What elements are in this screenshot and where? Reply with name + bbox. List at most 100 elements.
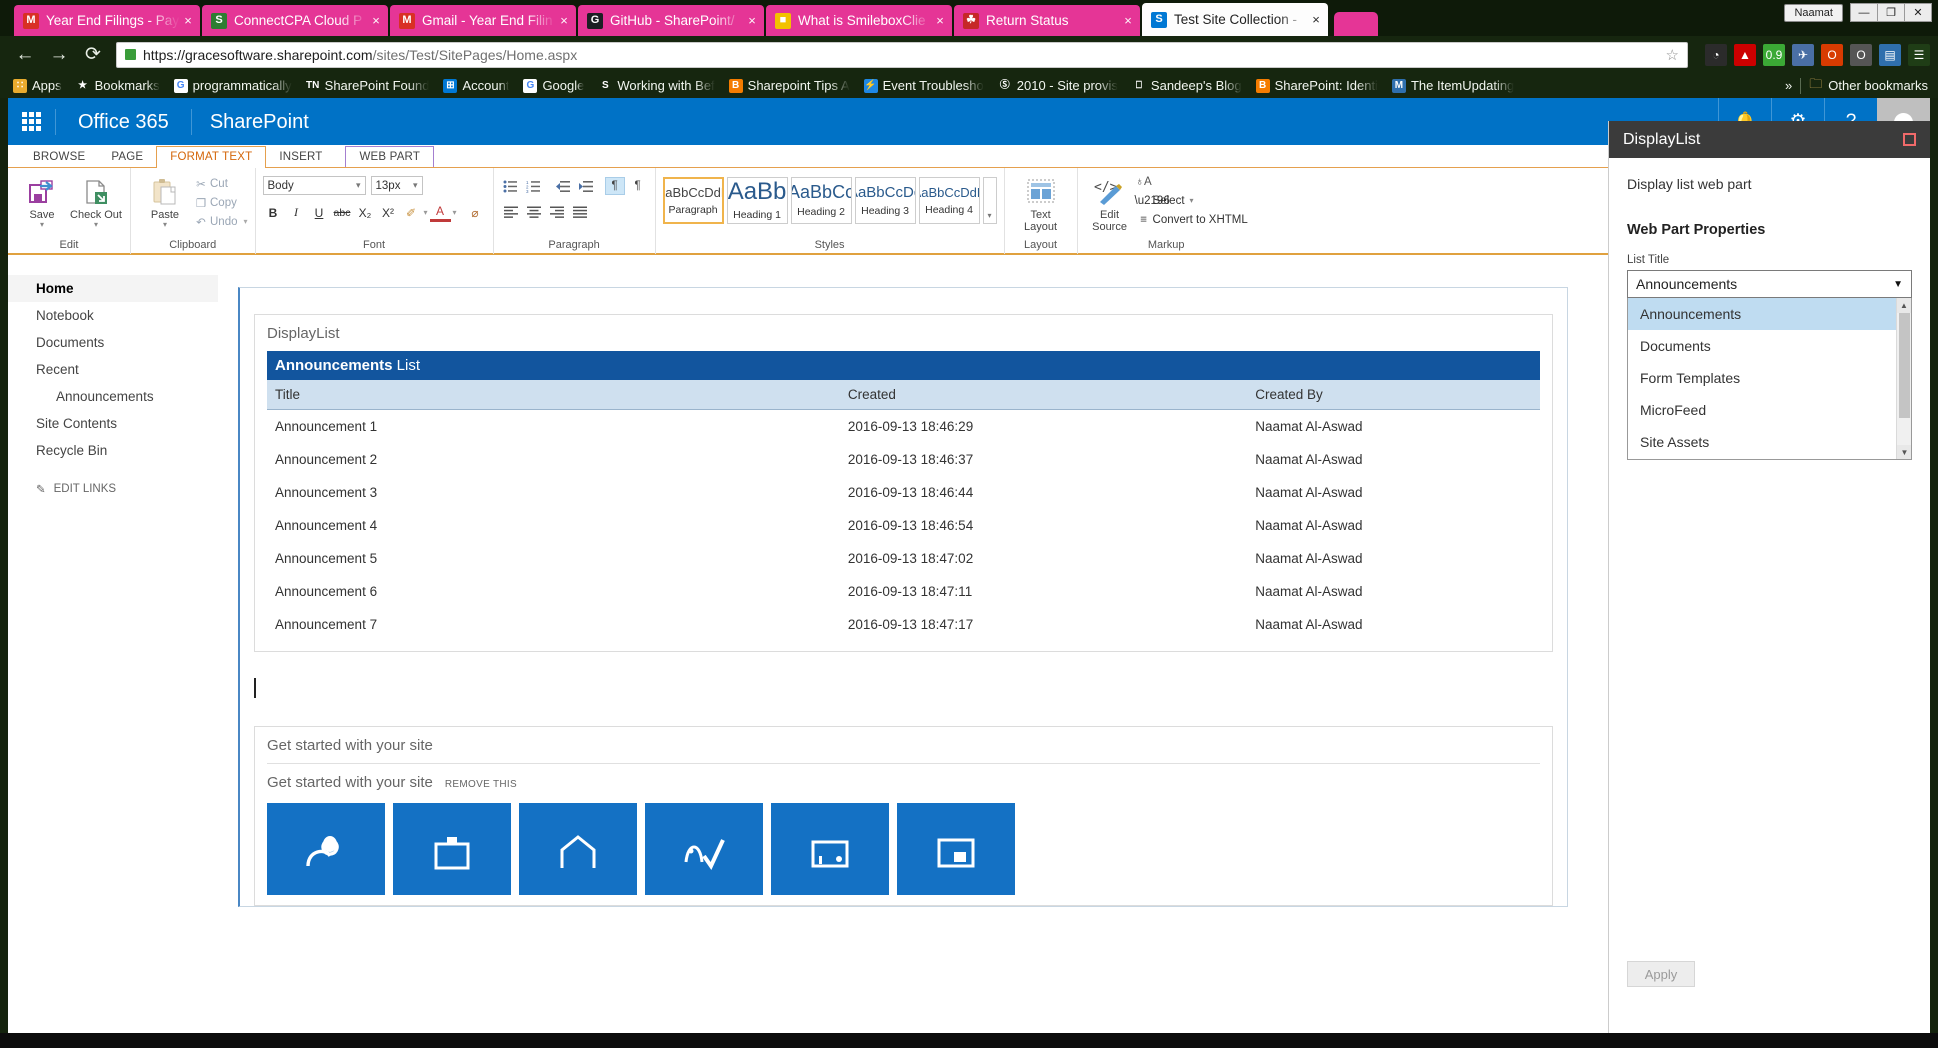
bookmarks-overflow-button[interactable]: » 🗀 Other bookmarks bbox=[1785, 75, 1932, 97]
tab-web-part[interactable]: WEB PART bbox=[345, 146, 435, 168]
list-title-select[interactable]: Announcements ▼ bbox=[1627, 270, 1912, 298]
dropdown-option[interactable]: Form Templates bbox=[1628, 362, 1911, 394]
sidebar-item-recycle-bin[interactable]: Recycle Bin bbox=[8, 437, 218, 464]
back-button[interactable]: ← bbox=[8, 40, 42, 70]
new-tab-button[interactable] bbox=[1334, 12, 1378, 36]
clear-format-button[interactable]: ⌀ bbox=[465, 202, 486, 223]
add-page-tile[interactable] bbox=[897, 803, 1015, 895]
window-maximize-button[interactable]: ❐ bbox=[1877, 3, 1905, 22]
bookmark-item[interactable]: TN SharePoint Found bbox=[299, 75, 437, 96]
tab-close-icon[interactable]: × bbox=[180, 13, 196, 28]
paste-button[interactable]: Paste ▾ bbox=[138, 172, 192, 229]
bookmark-item[interactable]: M The ItemUpdating bbox=[1385, 75, 1521, 96]
share-site-tile[interactable] bbox=[267, 803, 385, 895]
bookmark-item[interactable]: ★ Bookmarks bbox=[69, 75, 167, 96]
bookmark-item[interactable]: B Sharepoint Tips A bbox=[722, 75, 857, 96]
bookmark-item[interactable]: S Working with Bef bbox=[591, 75, 721, 96]
tab-close-icon[interactable]: × bbox=[556, 13, 572, 28]
browser-window-icon[interactable]: ▤ bbox=[1879, 43, 1901, 66]
edit-links-button[interactable]: ✎ EDIT LINKS bbox=[8, 482, 218, 496]
subscript-button[interactable]: X₂ bbox=[355, 202, 376, 223]
underline-button[interactable]: U bbox=[309, 202, 330, 223]
navigation-tile[interactable] bbox=[645, 803, 763, 895]
numbered-list-button[interactable]: 123 bbox=[524, 177, 544, 195]
app-launcher-icon[interactable] bbox=[8, 98, 55, 145]
window-user-label[interactable]: Naamat bbox=[1784, 3, 1843, 22]
scrollbar-thumb[interactable] bbox=[1899, 313, 1910, 418]
column-header-title[interactable]: Title bbox=[267, 380, 840, 410]
minimize-icon[interactable] bbox=[1903, 133, 1916, 146]
strikethrough-button[interactable]: abc bbox=[332, 202, 353, 223]
browser-tab[interactable]: S ConnectCPA Cloud P × bbox=[202, 5, 388, 36]
style-heading-1[interactable]: AaBb Heading 1 bbox=[726, 177, 788, 224]
bookmark-item[interactable]: Gprogrammatically bbox=[167, 75, 299, 96]
style-heading-4[interactable]: AaBbCcDdE Heading 4 bbox=[918, 177, 980, 224]
tab-close-icon[interactable]: × bbox=[368, 13, 384, 28]
bookmark-item[interactable]: ⊞ Account bbox=[436, 75, 516, 96]
window-close-button[interactable]: ✕ bbox=[1904, 3, 1932, 22]
align-left-button[interactable] bbox=[501, 203, 521, 221]
color-picker-icon[interactable]: 0.9 bbox=[1763, 43, 1785, 66]
cut-button[interactable]: ✂ Cut bbox=[192, 174, 248, 193]
dropdown-option[interactable]: Documents bbox=[1628, 330, 1911, 362]
tab-close-icon[interactable]: × bbox=[1308, 12, 1324, 27]
table-row[interactable]: Announcement 4 2016-09-13 18:46:54 Naamat … bbox=[267, 509, 1540, 542]
align-center-button[interactable] bbox=[524, 203, 544, 221]
reload-button[interactable]: ⟳ bbox=[76, 40, 110, 70]
dropdown-option[interactable]: Announcements bbox=[1628, 298, 1911, 330]
column-header-created-by[interactable]: Created By bbox=[1247, 380, 1540, 410]
bookmark-item[interactable]: ⎕ Sandeep's Blog bbox=[1125, 75, 1249, 96]
site-look-tile[interactable] bbox=[519, 803, 637, 895]
table-row[interactable]: Announcement 1 2016-09-13 18:46:29 Naamat … bbox=[267, 410, 1540, 444]
apply-button[interactable]: Apply bbox=[1627, 961, 1695, 987]
paste-caret-icon[interactable]: ▾ bbox=[163, 221, 167, 229]
tab-close-icon[interactable]: × bbox=[744, 13, 760, 28]
red-hat-icon[interactable]: ▲ bbox=[1734, 43, 1756, 66]
bold-button[interactable]: B bbox=[263, 202, 284, 223]
highlight-caret-icon[interactable]: ▾ bbox=[424, 208, 428, 217]
remove-this-link[interactable]: REMOVE THIS bbox=[445, 779, 517, 790]
ltr-direction-button[interactable]: ¶ bbox=[604, 177, 625, 195]
working-on-tile[interactable] bbox=[393, 803, 511, 895]
text-editor-caret[interactable] bbox=[254, 678, 256, 698]
table-row[interactable]: Announcement 5 2016-09-13 18:47:02 Naamat … bbox=[267, 542, 1540, 575]
language-button[interactable]: ♁A bbox=[1135, 172, 1248, 191]
check-out-button[interactable]: Check Out ▾ bbox=[69, 172, 123, 229]
column-header-created[interactable]: Created bbox=[839, 380, 1248, 410]
save-caret-icon[interactable]: ▾ bbox=[40, 221, 44, 229]
bookmark-item[interactable]: ∷ Apps bbox=[6, 75, 69, 96]
font-family-select[interactable]: Body ▾ bbox=[262, 176, 366, 195]
sharepoint-brand-label[interactable]: SharePoint bbox=[190, 108, 327, 135]
sidebar-item-home[interactable]: Home bbox=[8, 275, 218, 302]
sidebar-item-site-contents[interactable]: Site Contents bbox=[8, 410, 218, 437]
browser-tab[interactable]: ■ What is SmileboxClie × bbox=[766, 5, 952, 36]
chrome-menu-icon[interactable]: ☰ bbox=[1908, 43, 1930, 66]
office-icon[interactable]: O bbox=[1821, 43, 1843, 66]
select-caret-icon[interactable]: ▾ bbox=[1190, 196, 1194, 205]
browser-tab[interactable]: G GitHub - SharePoint/ × bbox=[578, 5, 764, 36]
tab-browse[interactable]: BROWSE bbox=[20, 146, 98, 168]
highlight-color-button[interactable]: ✐ bbox=[401, 202, 422, 223]
undo-caret-icon[interactable]: ▾ bbox=[244, 217, 248, 226]
superscript-button[interactable]: X² bbox=[378, 202, 399, 223]
scroll-up-arrow-icon[interactable]: ▲ bbox=[1897, 298, 1911, 313]
sidebar-item-documents[interactable]: Documents bbox=[8, 329, 218, 356]
dropdown-scrollbar[interactable]: ▲ ▼ bbox=[1896, 298, 1911, 459]
table-row[interactable]: Announcement 7 2016-09-13 18:47:17 Naamat … bbox=[267, 608, 1540, 641]
tab-page[interactable]: PAGE bbox=[98, 146, 156, 168]
browser-tab[interactable]: ☘ Return Status × bbox=[954, 5, 1140, 36]
bullet-list-button[interactable] bbox=[501, 177, 521, 195]
forward-button[interactable]: → bbox=[42, 40, 76, 70]
browser-tab[interactable]: M Gmail - Year End Filin × bbox=[390, 5, 576, 36]
increase-indent-button[interactable] bbox=[576, 177, 596, 195]
text-layout-button[interactable]: Text Layout bbox=[1012, 172, 1070, 233]
select-button[interactable]: \u2196 Select ▾ bbox=[1135, 191, 1248, 210]
style-heading-3[interactable]: AaBbCcDd Heading 3 bbox=[854, 177, 916, 224]
other-bookmarks-folder[interactable]: 🗀 Other bookmarks bbox=[1809, 75, 1928, 97]
font-color-caret-icon[interactable]: ▾ bbox=[453, 208, 457, 217]
address-bar[interactable]: https://gracesoftware.sharepoint.com /si… bbox=[116, 41, 1688, 68]
rtl-direction-button[interactable]: ¶ bbox=[628, 177, 648, 195]
bookmark-item[interactable]: B SharePoint: Identi bbox=[1249, 75, 1385, 96]
tab-insert[interactable]: INSERT bbox=[266, 146, 335, 168]
italic-button[interactable]: I bbox=[286, 202, 307, 223]
